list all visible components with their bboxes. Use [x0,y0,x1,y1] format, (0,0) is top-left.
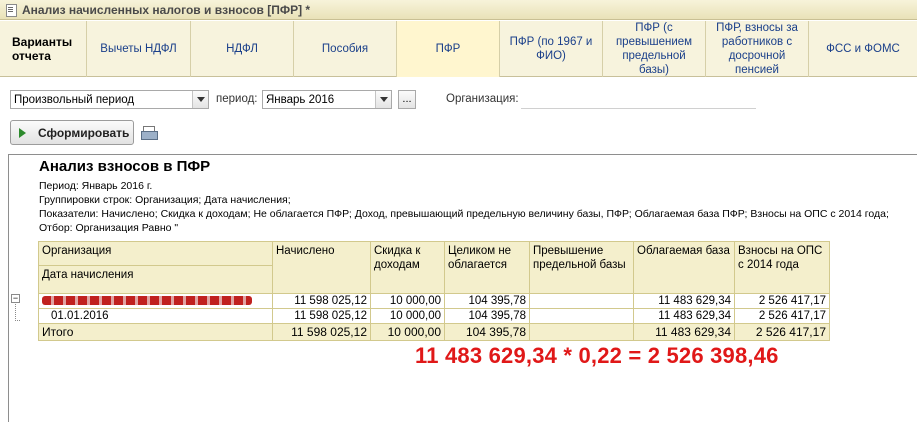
header-taxable-base: Облагаемая база [633,241,735,294]
total-contributions: 2 526 417,17 [734,323,830,341]
generate-button-label: Сформировать [38,125,130,140]
cell-discount: 10 000,00 [370,293,445,309]
cell-discount: 10 000,00 [370,308,445,324]
period-type-select[interactable]: Произвольный период [10,90,209,109]
annotation-formula: 11 483 629,34 * 0,22 = 2 526 398,46 [415,343,779,368]
period-value: Январь 2016 [266,93,335,106]
cell-accrued: 11 598 025,12 [272,293,371,309]
cell-contributions: 2 526 417,17 [734,308,830,324]
chevron-down-icon[interactable] [375,91,391,108]
cell-non-taxable: 104 395,78 [444,308,530,324]
tab-pfr-early-pension[interactable]: ПФР, взносы за работников с досрочной пе… [706,21,809,77]
header-excess: Превышение предельной базы [529,241,634,294]
report-area[interactable]: Анализ взносов в ПФР Период: Январь 2016… [8,154,917,422]
tab-ndfl[interactable]: НДФЛ [191,21,294,77]
tab-pfr[interactable]: ПФР [397,21,500,77]
generate-button[interactable]: Сформировать [10,120,134,145]
printer-icon[interactable] [141,126,158,140]
period-label: период: [216,93,258,105]
tab-report-variants: Варианты отчета [0,21,87,77]
play-icon [19,127,26,138]
report-indicators: Показатели: Начислено; Скидка к доходам;… [39,208,889,220]
header-date: Дата начисления [38,265,273,294]
tab-benefits[interactable]: Пособия [294,21,397,77]
cell-taxable-base: 11 483 629,34 [633,293,735,309]
period-choose-button[interactable]: ... [398,90,416,109]
report-period: Период: Январь 2016 г. [39,180,153,192]
tab-fss-foms[interactable]: ФСС и ФОМС [809,21,917,77]
document-icon [4,3,18,17]
chevron-down-icon[interactable] [192,91,208,108]
filter-row: Произвольный период период: Январь 2016 … [0,88,917,112]
period-type-value: Произвольный период [14,93,135,106]
window-title: Анализ начисленных налогов и взносов [ПФ… [22,2,311,17]
cell-excess [529,308,634,324]
total-label: Итого [38,323,273,341]
tree-connector [15,304,20,321]
header-accrued: Начислено [272,241,371,294]
cell-excess [529,293,634,309]
collapse-icon[interactable]: − [11,294,20,303]
header-discount: Скидка к доходам [370,241,445,294]
header-non-taxable: Целиком не облагается [444,241,530,294]
total-excess [529,323,634,341]
cell-accrued: 11 598 025,12 [272,308,371,324]
cell-taxable-base: 11 483 629,34 [633,308,735,324]
total-discount: 10 000,00 [370,323,445,341]
header-organization: Организация [38,241,273,266]
table-row[interactable]: 01.01.2016 11 598 025,12 10 000,00 104 3… [38,308,830,324]
tab-pfr-1967-fio[interactable]: ПФР (по 1967 и ФИО) [500,21,603,77]
table-row[interactable]: 11 598 025,12 10 000,00 104 395,78 11 48… [38,293,830,309]
tab-ndfl-deductions[interactable]: Вычеты НДФЛ [87,21,191,77]
report-variant-tabs: Варианты отчета Вычеты НДФЛ НДФЛ Пособия… [0,21,917,77]
org-name-redacted [38,293,273,309]
report-selection: Отбор: Организация Равно " [39,222,179,234]
window-titlebar: Анализ начисленных налогов и взносов [ПФ… [0,0,917,20]
report-grouping: Группировки строк: Организация; Дата нач… [39,194,291,206]
table-total-row[interactable]: Итого 11 598 025,12 10 000,00 104 395,78… [38,323,830,341]
table-header-row: Организация Начислено Скидка к доходам Ц… [38,241,830,294]
report-table: Организация Начислено Скидка к доходам Ц… [38,241,830,341]
total-non-taxable: 104 395,78 [444,323,530,341]
cell-date: 01.01.2016 [38,308,273,324]
total-accrued: 11 598 025,12 [272,323,371,341]
period-select[interactable]: Январь 2016 [262,90,392,109]
total-taxable-base: 11 483 629,34 [633,323,735,341]
cell-non-taxable: 104 395,78 [444,293,530,309]
tab-pfr-above-limit[interactable]: ПФР (с превышением предельной базы) [603,21,706,77]
toolbar: Сформировать [0,118,917,148]
report-title: Анализ взносов в ПФР [39,158,211,175]
cell-contributions: 2 526 417,17 [734,293,830,309]
organization-field[interactable] [521,90,756,109]
organization-label: Организация: [446,93,519,105]
header-contributions: Взносы на ОПС с 2014 года [734,241,830,294]
